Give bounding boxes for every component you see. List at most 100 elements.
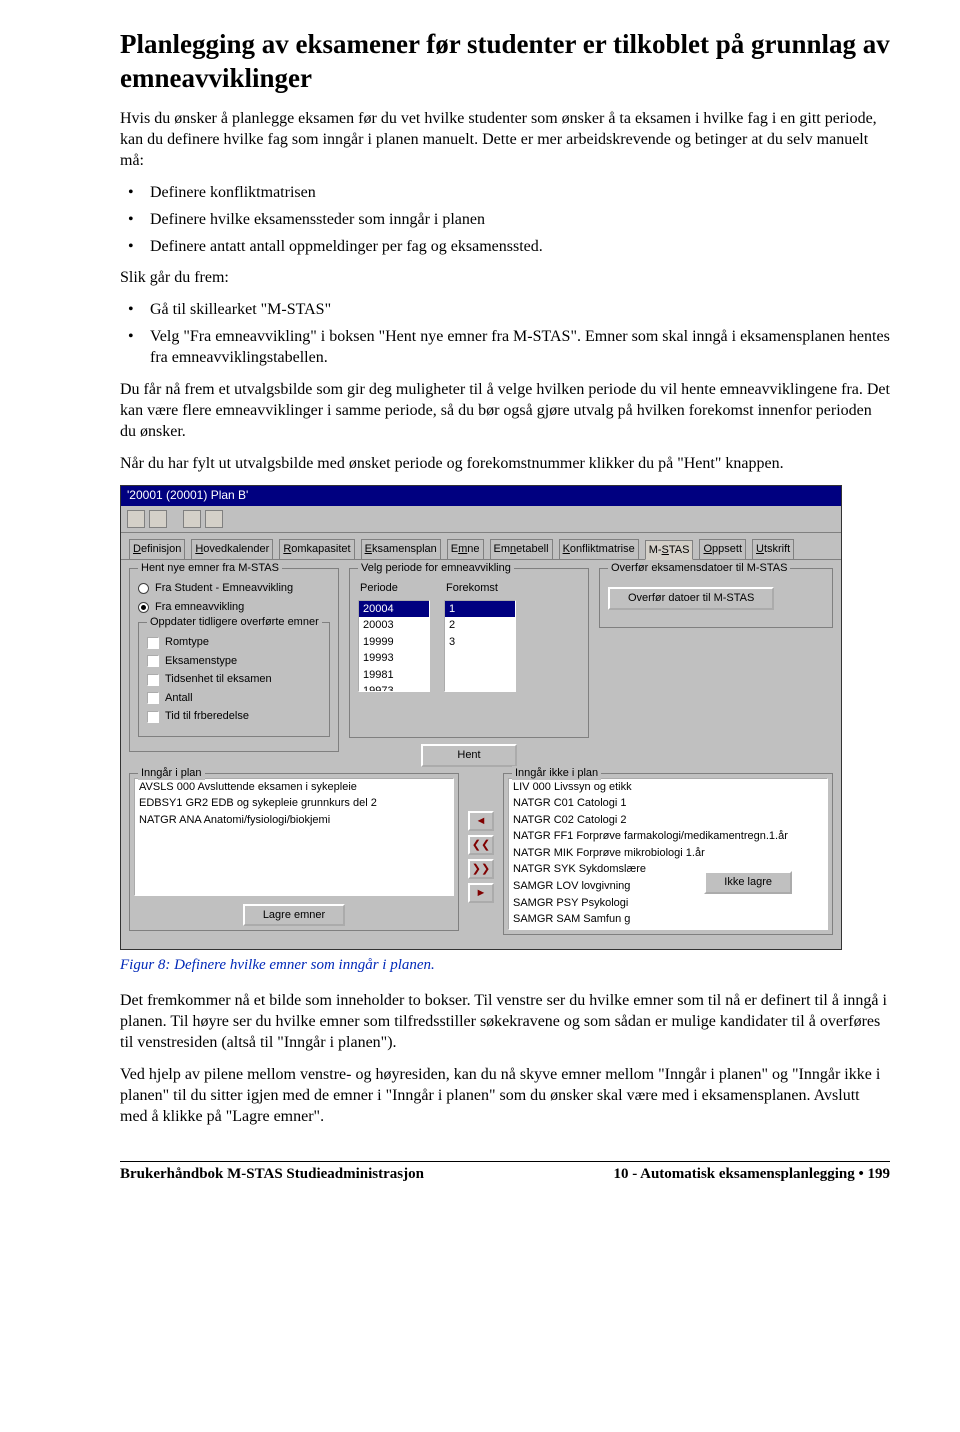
hent-button[interactable]: Hent — [421, 744, 516, 767]
intro-paragraph: Hvis du ønsker å planlegge eksamen før d… — [120, 108, 890, 171]
footer-rule — [120, 1161, 890, 1162]
periode-listbox[interactable]: 20004 20003 19999 19993 19981 19973 — [358, 600, 430, 692]
window-title: '20001 (20001) Plan B' — [121, 486, 841, 506]
radio-label: Fra emneavvikling — [155, 600, 244, 615]
check-label: Antall — [165, 691, 193, 706]
group-title: Inngår ikke i plan — [512, 766, 601, 781]
toolbar-button[interactable] — [205, 510, 223, 528]
check-romtype[interactable]: Romtype — [147, 635, 321, 650]
list-item[interactable]: 19993 — [359, 650, 429, 667]
body-paragraph: Du får nå frem et utvalgsbilde som gir d… — [120, 379, 890, 442]
list-item[interactable]: NATGR C02 Catologi 2 — [509, 812, 827, 829]
not-in-plan-group: Inngår ikke i plan LIV 000 Livssyn og et… — [503, 773, 833, 935]
steps-intro: Slik går du frem: — [120, 267, 890, 288]
list-item: Gå til skillearket "M-STAS" — [120, 299, 890, 320]
heading: Planlegging av eksamener før studenter e… — [120, 28, 890, 96]
tab-eksamensplan[interactable]: Eksamensplan — [361, 539, 441, 560]
in-plan-listbox[interactable]: AVSLS 000 Avsluttende eksamen i sykeplei… — [134, 778, 454, 896]
tab-romkapasitet[interactable]: Romkapasitet — [279, 539, 354, 560]
list-item[interactable]: 1 — [445, 601, 515, 618]
list-item: Definere hvilke eksamenssteder som inngå… — [120, 209, 890, 230]
list-item[interactable]: AVSLS 000 Avsluttende eksamen i sykeplei… — [135, 779, 453, 796]
body-paragraph: Når du har fylt ut utvalgsbilde med ønsk… — [120, 453, 890, 474]
check-tidsenhet[interactable]: Tidsenhet til eksamen — [147, 672, 321, 687]
list-item[interactable]: EDBSY1 GR2 EDB og sykepleie grunnkurs de… — [135, 795, 453, 812]
group-title: Hent nye emner fra M-STAS — [138, 561, 282, 576]
list-item[interactable]: 19999 — [359, 634, 429, 651]
list-item[interactable]: NATGR C01 Catologi 1 — [509, 795, 827, 812]
checkbox-icon — [147, 711, 159, 723]
radio-fra-student[interactable]: Fra Student - Emneavvikling — [138, 581, 330, 596]
list-item[interactable]: 20003 — [359, 617, 429, 634]
in-plan-group: Inngår i plan AVSLS 000 Avsluttende eksa… — [129, 773, 459, 932]
move-left-icon[interactable]: ◄ — [468, 811, 494, 831]
list-item[interactable]: SPLKU FS1 Forprøve — [509, 928, 827, 930]
body-paragraph: Det fremkommer nå et bilde som inneholde… — [120, 990, 890, 1053]
body-paragraph: Ved hjelp av pilene mellom venstre- og h… — [120, 1064, 890, 1127]
toolbar-button[interactable] — [149, 510, 167, 528]
tab-emne[interactable]: Emne — [447, 539, 484, 560]
ikke-lagre-button[interactable]: Ikke lagre — [704, 871, 792, 894]
steps-list: Gå til skillearket "M-STAS" Velg "Fra em… — [120, 299, 890, 368]
toolbar-button[interactable] — [127, 510, 145, 528]
move-buttons: ◄ ❮❮ ❯❯ ► — [465, 773, 497, 941]
tab-definisjon[interactable]: Definisjon — [129, 539, 185, 560]
tab-utskrift[interactable]: Utskrift — [752, 539, 794, 560]
radio-label: Fra Student - Emneavvikling — [155, 581, 293, 596]
not-in-plan-listbox[interactable]: LIV 000 Livssyn og etikk NATGR C01 Catol… — [508, 778, 828, 930]
check-tid-forberedelse[interactable]: Tid til frberedelse — [147, 709, 321, 724]
move-right-icon[interactable]: ► — [468, 883, 494, 903]
tab-oppsett[interactable]: Oppsett — [699, 539, 746, 560]
periode-label: Periode — [360, 581, 430, 596]
hent-nye-emner-group: Hent nye emner fra M-STAS Fra Student - … — [129, 568, 339, 752]
radio-fra-emneavvikling[interactable]: Fra emneavvikling — [138, 600, 330, 615]
group-title: Inngår i plan — [138, 766, 205, 781]
group-title: Overfør eksamensdatoer til M-STAS — [608, 561, 790, 576]
tab-emnetabell[interactable]: Emnetabell — [490, 539, 553, 560]
checkbox-icon — [147, 637, 159, 649]
page-footer: Brukerhåndbok M-STAS Studieadministrasjo… — [120, 1165, 890, 1185]
list-item: Velg "Fra emneavvikling" i boksen "Hent … — [120, 326, 890, 368]
list-item: Definere antatt antall oppmeldinger per … — [120, 236, 890, 257]
list-item[interactable]: 19973 — [359, 683, 429, 691]
list-item: Definere konfliktmatrisen — [120, 182, 890, 203]
list-item[interactable]: 19981 — [359, 667, 429, 684]
check-eksamenstype[interactable]: Eksamenstype — [147, 654, 321, 669]
check-label: Romtype — [165, 635, 209, 650]
radio-icon — [138, 602, 149, 613]
list-item[interactable]: 3 — [445, 634, 515, 651]
requirements-list: Definere konfliktmatrisen Definere hvilk… — [120, 182, 890, 257]
footer-left: Brukerhåndbok M-STAS Studieadministrasjo… — [120, 1165, 424, 1185]
group-title: Velg periode for emneavvikling — [358, 561, 514, 576]
list-item[interactable]: LIV 000 Livssyn og etikk — [509, 779, 827, 796]
forekomst-listbox[interactable]: 1 2 3 — [444, 600, 516, 692]
app-screenshot: '20001 (20001) Plan B' Definisjon Hovedk… — [120, 485, 842, 950]
toolbar-button[interactable] — [183, 510, 201, 528]
footer-right: 10 - Automatisk eksamensplanlegging • 19… — [613, 1165, 890, 1185]
list-item[interactable]: SAMGR PSY Psykologi — [509, 895, 827, 912]
tab-mstas[interactable]: M-STAS — [645, 540, 694, 561]
oppdater-group: Oppdater tidligere overførte emner Romty… — [138, 622, 330, 737]
tab-bar: Definisjon Hovedkalender Romkapasitet Ek… — [121, 533, 841, 560]
checkbox-icon — [147, 655, 159, 667]
list-item[interactable]: NATGR MIK Forprøve mikrobiologi 1.år — [509, 845, 827, 862]
list-item[interactable]: 20004 — [359, 601, 429, 618]
list-item[interactable]: SAMGR SAM Samfun g — [509, 911, 827, 928]
list-item[interactable]: 2 — [445, 617, 515, 634]
check-antall[interactable]: Antall — [147, 691, 321, 706]
overfor-group: Overfør eksamensdatoer til M-STAS Overfø… — [599, 568, 833, 628]
toolbar — [121, 506, 841, 533]
overfor-button[interactable]: Overfør datoer til M-STAS — [608, 587, 774, 610]
group-title: Oppdater tidligere overførte emner — [147, 615, 322, 630]
forekomst-label: Forekomst — [446, 581, 516, 596]
tab-panel: Hent nye emner fra M-STAS Fra Student - … — [121, 559, 841, 949]
radio-icon — [138, 583, 149, 594]
lagre-emner-button[interactable]: Lagre emner — [243, 904, 345, 927]
list-item[interactable]: NATGR ANA Anatomi/fysiologi/biokjemi — [135, 812, 453, 829]
checkbox-icon — [147, 674, 159, 686]
tab-hovedkalender[interactable]: Hovedkalender — [191, 539, 273, 560]
move-all-left-icon[interactable]: ❮❮ — [468, 835, 494, 855]
list-item[interactable]: NATGR FF1 Forprøve farmakologi/medikamen… — [509, 828, 827, 845]
tab-konfliktmatrise[interactable]: Konfliktmatrise — [559, 539, 639, 560]
move-all-right-icon[interactable]: ❯❯ — [468, 859, 494, 879]
